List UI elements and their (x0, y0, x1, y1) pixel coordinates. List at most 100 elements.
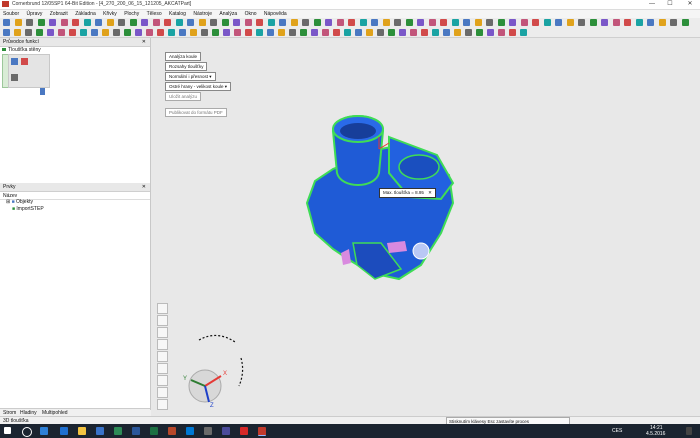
task-view-icon[interactable] (40, 427, 48, 435)
toolbar-tool-icon[interactable] (83, 19, 91, 26)
expand-icon[interactable]: ⊞ (6, 199, 10, 205)
toolbar-tool-icon[interactable] (405, 19, 413, 26)
toolbar-tool-icon[interactable] (95, 19, 102, 26)
toolbar-tool-icon[interactable] (190, 29, 197, 36)
view-tool-1-icon[interactable] (157, 303, 168, 314)
toolbar-tool-icon[interactable] (58, 29, 65, 36)
toolbar-tool-icon[interactable] (388, 29, 395, 36)
toolbar-tool-icon[interactable] (465, 29, 472, 36)
toolbar-tool-icon[interactable] (175, 19, 183, 26)
toolbar-tool-icon[interactable] (601, 19, 608, 26)
toolbar-tool-icon[interactable] (509, 19, 516, 26)
toolbar-tool-icon[interactable] (25, 29, 32, 36)
toolbar-tool-icon[interactable] (233, 19, 240, 26)
app-icon-4[interactable] (222, 427, 230, 435)
toolbar-tool-icon[interactable] (267, 19, 275, 26)
toolbar-tool-icon[interactable] (267, 29, 274, 36)
toolbar-tool-icon[interactable] (428, 19, 436, 26)
toolbar-tool-icon[interactable] (212, 29, 219, 36)
toolbar-tool-icon[interactable] (670, 19, 677, 26)
mode-option-icon[interactable] (21, 58, 28, 65)
toolbar-tool-icon[interactable] (410, 29, 417, 36)
view-tool-2-icon[interactable] (157, 315, 168, 326)
outlook-icon[interactable] (186, 427, 194, 435)
app-icon-2[interactable] (114, 427, 122, 435)
toolbar-tool-icon[interactable] (355, 29, 362, 36)
toolbar-tool-icon[interactable] (325, 19, 332, 26)
toolbar-tool-icon[interactable] (129, 19, 137, 26)
toolbar-tool-icon[interactable] (322, 29, 329, 36)
cad-app-icon[interactable] (258, 427, 266, 436)
toolbar-tool-icon[interactable] (498, 29, 505, 36)
toolbar-tool-icon[interactable] (210, 19, 217, 26)
section-icon[interactable] (157, 351, 168, 362)
pin-icon[interactable] (40, 88, 45, 95)
menu-window[interactable]: Okno (245, 10, 257, 18)
tree-close-icon[interactable]: ✕ (142, 184, 146, 190)
toolbar-tool-icon[interactable] (443, 29, 450, 36)
toolbar-tool-icon[interactable] (359, 19, 367, 26)
toolbar-tool-icon[interactable] (3, 19, 10, 26)
tree-item-objects[interactable]: ⊞ ■ Objekty (6, 199, 33, 205)
toolbar-tool-icon[interactable] (612, 19, 620, 26)
toolbar-tool-icon[interactable] (589, 19, 597, 26)
menu-catalog[interactable]: Katalog (169, 10, 186, 18)
app-icon-1[interactable] (96, 427, 104, 435)
clock-date[interactable]: 4.5.2016 (646, 431, 665, 437)
menu-tools[interactable]: Nástroje (193, 10, 212, 18)
normal-mode-dropdown[interactable]: Normální i přesnost ▾ (165, 72, 216, 81)
toolbar-tool-icon[interactable] (49, 19, 56, 26)
toolbar-tool-icon[interactable] (135, 29, 142, 36)
rotate-arc-top-icon[interactable] (198, 334, 236, 343)
toolbar-tool-icon[interactable] (366, 29, 373, 36)
toolbar-tool-icon[interactable] (555, 19, 562, 26)
toolbar-tool-icon[interactable] (80, 29, 87, 36)
toolbar-tool-icon[interactable] (69, 29, 76, 36)
menu-analysis[interactable]: Analýza (219, 10, 237, 18)
toolbar-tool-icon[interactable] (278, 29, 285, 36)
toolbar-tool-icon[interactable] (36, 29, 43, 36)
toolbar-tool-icon[interactable] (336, 19, 344, 26)
toolbar-tool-icon[interactable] (106, 19, 114, 26)
toolbar-tool-icon[interactable] (256, 29, 263, 36)
save-analysis-button[interactable]: Uložit analýzu (165, 92, 202, 101)
toolbar-tool-icon[interactable] (417, 19, 424, 26)
toolbar-tool-icon[interactable] (399, 29, 406, 36)
part-model[interactable] (271, 93, 471, 293)
toolbar-tool-icon[interactable] (118, 19, 125, 26)
toolbar-tool-icon[interactable] (333, 29, 340, 36)
minimize-button[interactable]: — (644, 0, 660, 9)
excel-icon[interactable] (150, 427, 158, 435)
toolbar-tool-icon[interactable] (377, 29, 384, 36)
edge-icon[interactable] (60, 427, 68, 435)
zoom-icon[interactable] (157, 363, 168, 374)
thickness-option-icon[interactable] (11, 58, 18, 65)
toolbar-tool-icon[interactable] (454, 29, 461, 36)
publish-pdf-button[interactable]: Publikovat do formátu PDF (165, 108, 227, 117)
toolbar-tool-icon[interactable] (344, 29, 351, 36)
toolbar-tool-icon[interactable] (102, 29, 109, 36)
toolbar-tool-icon[interactable] (440, 19, 447, 26)
toolbar-tool-icon[interactable] (497, 19, 505, 26)
toolbar-tool-icon[interactable] (256, 19, 263, 26)
toolbar-tool-icon[interactable] (566, 19, 574, 26)
toolbar-tool-icon[interactable] (382, 19, 390, 26)
toolbar-tool-icon[interactable] (201, 29, 208, 36)
toolbar-tool-icon[interactable] (681, 19, 689, 26)
menu-curves[interactable]: Křivky (103, 10, 117, 18)
toolbar-tool-icon[interactable] (234, 29, 241, 36)
toolbar-tool-icon[interactable] (113, 29, 120, 36)
toolbar-tool-icon[interactable] (647, 19, 654, 26)
menu-surfaces[interactable]: Plochy (124, 10, 139, 18)
toolbar-tool-icon[interactable] (520, 29, 527, 36)
toolbar-tool-icon[interactable] (245, 29, 252, 36)
menu-solid[interactable]: Těleso (147, 10, 162, 18)
notifications-icon[interactable] (686, 427, 692, 435)
toolbar-tool-icon[interactable] (509, 29, 516, 36)
toolbar-tool-icon[interactable] (476, 29, 483, 36)
menu-help[interactable]: Nápověda (264, 10, 287, 18)
pan-icon[interactable] (157, 375, 168, 386)
toolbar-tool-icon[interactable] (14, 19, 22, 26)
powerpoint-icon[interactable] (168, 427, 176, 435)
explorer-icon[interactable] (78, 427, 86, 435)
